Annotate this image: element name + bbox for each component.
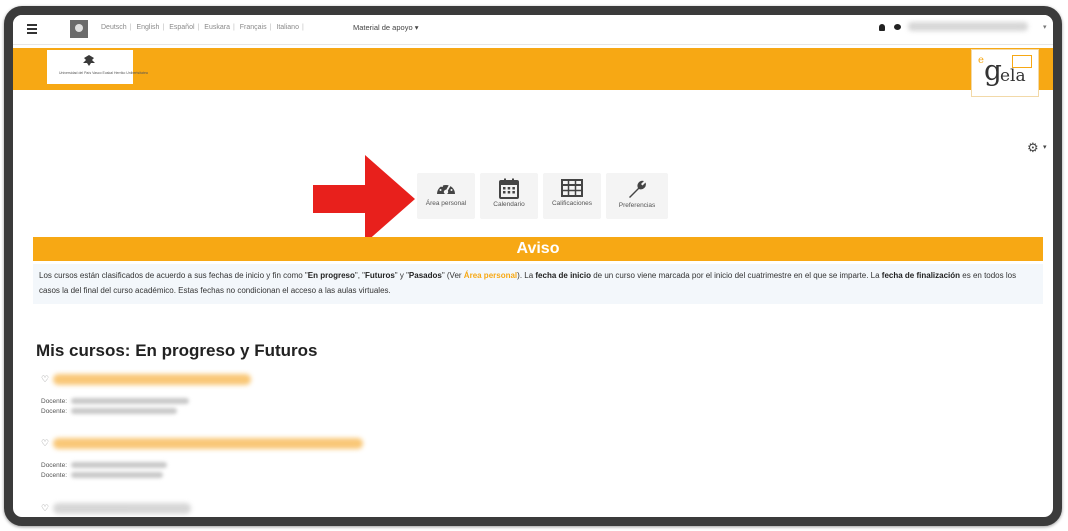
lang-separator: |: [269, 24, 272, 31]
course-graduation-icon: ♡: [41, 438, 50, 448]
teacher-label: Docente:: [41, 398, 68, 405]
dashboard-icon: [437, 183, 455, 195]
course-graduation-icon: ♡: [41, 374, 50, 384]
hamburger-menu-icon[interactable]: [27, 24, 37, 36]
course-title-blurred[interactable]: [53, 503, 191, 514]
teacher-name-blurred[interactable]: [71, 462, 168, 469]
lang-separator: |: [162, 24, 165, 31]
notice-bold-pasados: Pasados: [408, 271, 442, 280]
quicklink-calendario[interactable]: Calendario: [480, 173, 538, 219]
notice-bold-en-progreso: En progreso: [307, 271, 355, 280]
brand-header: Universidad del País Vasco Euskal Herrik…: [13, 48, 1053, 97]
lang-italiano[interactable]: Italiano: [276, 24, 299, 31]
notice-bold-futuros: Futuros: [365, 271, 395, 280]
course-teacher-line: Docente:: [41, 472, 164, 479]
ehu-tree-icon: [83, 55, 95, 66]
notice-text: ", ": [354, 271, 366, 280]
settings-gear-icon[interactable]: ⚙: [1027, 140, 1039, 156]
notice-text: " y ": [394, 271, 409, 280]
course-title-blurred[interactable]: [53, 438, 363, 449]
lang-separator: |: [301, 24, 304, 31]
wrench-icon: [629, 180, 646, 198]
lang-francais[interactable]: Français: [240, 24, 267, 31]
notice-text: Los cursos están clasificados de acuerdo…: [39, 271, 308, 280]
lang-separator: |: [197, 24, 200, 31]
quicklink-label: Calificaciones: [551, 200, 593, 207]
course-title-blurred[interactable]: [53, 374, 251, 385]
ehu-logo-text: Universidad del País Vasco Euskal Herrik…: [59, 71, 148, 75]
egela-ela-mark: ela: [1000, 66, 1026, 86]
lang-deutsch[interactable]: Deutsch: [101, 24, 127, 31]
ehu-logo[interactable]: Universidad del País Vasco Euskal Herrik…: [47, 50, 148, 84]
support-material-menu[interactable]: Material de apoyo ▾: [353, 23, 418, 32]
notice-text: ). La: [517, 271, 536, 280]
lang-english[interactable]: English: [136, 24, 159, 31]
notice-body: Los cursos están clasificados de acuerdo…: [33, 264, 1043, 304]
lang-espanol[interactable]: Español: [169, 24, 194, 31]
top-navbar: Deutsch | English | Español | Euskara | Fran…: [13, 15, 1053, 45]
my-courses-heading: Mis cursos: En progreso y Futuros: [36, 341, 318, 360]
lang-separator: |: [129, 24, 132, 31]
red-arrow-annotation: [313, 155, 415, 243]
grades-table-icon: [561, 179, 583, 197]
teacher-name-blurred[interactable]: [71, 472, 164, 479]
notice-text: " (Ver: [441, 271, 464, 280]
user-menu-chevron-icon[interactable]: ▾: [1043, 23, 1047, 31]
teacher-name-blurred[interactable]: [71, 398, 190, 405]
teacher-label: Docente:: [41, 408, 68, 415]
notice-bold-fecha-finalizacion: fecha de finalización: [881, 271, 961, 280]
egela-logo[interactable]: e g ela: [971, 49, 1039, 97]
screenshot-frame: Deutsch | English | Español | Euskara | Fran…: [4, 6, 1062, 526]
notice-text: de un curso viene marcada por el inicio …: [590, 271, 882, 280]
course-teacher-line: Docente:: [41, 462, 168, 469]
user-name-blurred[interactable]: [908, 22, 1028, 31]
lang-separator: |: [232, 24, 235, 31]
course-teacher-line: Docente:: [41, 408, 178, 415]
area-personal-link[interactable]: Área personal: [464, 271, 517, 280]
quicklink-label: Preferencias: [618, 202, 656, 209]
notice-title: Aviso: [33, 237, 1043, 261]
notifications-bell-icon[interactable]: [879, 24, 885, 31]
messages-chat-icon[interactable]: [894, 24, 901, 30]
quicklink-area-personal[interactable]: Área personal: [417, 173, 475, 219]
notice-bold-fecha-inicio: fecha de inicio: [535, 271, 591, 280]
quick-links-bar: Área personal Calendario Calificaciones: [417, 173, 668, 219]
quicklink-label: Calendario: [493, 201, 525, 208]
course-teacher-line: Docente:: [41, 398, 190, 405]
language-menu: Deutsch | English | Español | Euskara | Fran…: [101, 24, 307, 31]
user-avatar-icon[interactable]: [70, 20, 88, 38]
quicklink-label: Área personal: [425, 200, 467, 207]
calendar-icon: [499, 178, 519, 199]
teacher-name-blurred[interactable]: [71, 408, 178, 415]
teacher-label: Docente:: [41, 462, 68, 469]
lang-euskara[interactable]: Euskara: [204, 24, 230, 31]
teacher-label: Docente:: [41, 472, 68, 479]
settings-chevron-icon[interactable]: ▾: [1043, 143, 1047, 151]
quicklink-preferencias[interactable]: Preferencias: [606, 173, 668, 219]
quicklink-calificaciones[interactable]: Calificaciones: [543, 173, 601, 219]
course-graduation-icon: ♡: [41, 503, 50, 513]
